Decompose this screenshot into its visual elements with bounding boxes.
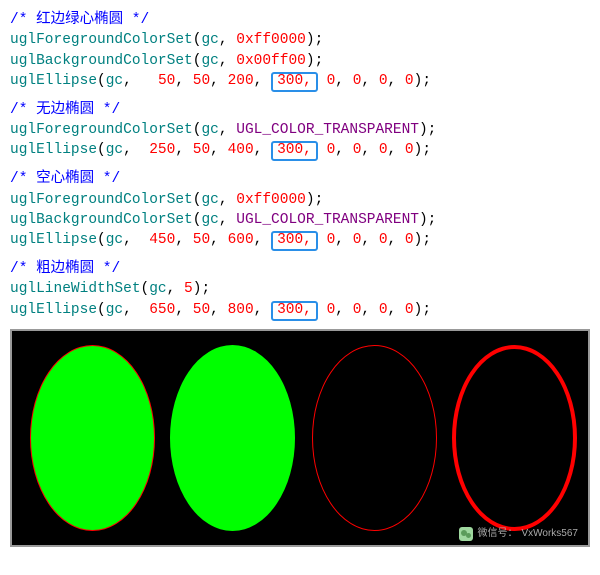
code-var: gc [201, 212, 218, 228]
render-output: 微信号： VxWorks567 [10, 329, 590, 547]
ellipse-thick-border [452, 345, 577, 531]
code-fn: uglEllipse [10, 302, 97, 318]
code-var: gc [106, 232, 123, 248]
code-comment: /* 红边绿心椭圆 */ [10, 12, 149, 28]
code-fn: uglEllipse [10, 232, 97, 248]
code-fn: uglForegroundColorSet [10, 32, 193, 48]
watermark: 微信号： VxWorks567 [459, 527, 578, 541]
code-fn: uglBackgroundColorSet [10, 212, 193, 228]
ellipse-no-border [170, 345, 295, 531]
code-var: gc [201, 192, 218, 208]
code-var: gc [201, 53, 218, 69]
code-listing: /* 红边绿心椭圆 */ uglForegroundColorSet(gc, 0… [10, 10, 590, 321]
code-var: gc [106, 73, 123, 89]
code-fn: uglEllipse [10, 73, 97, 89]
code-fn: uglBackgroundColorSet [10, 53, 193, 69]
code-comment: /* 粗边椭圆 */ [10, 261, 120, 277]
code-var: gc [106, 142, 123, 158]
code-comment: /* 空心椭圆 */ [10, 171, 120, 187]
code-comment: /* 无边椭圆 */ [10, 102, 120, 118]
code-fn: uglEllipse [10, 142, 97, 158]
code-var: gc [201, 32, 218, 48]
code-block: /* 粗边椭圆 */ uglLineWidthSet(gc, 5); uglEl… [10, 259, 590, 321]
code-block: /* 空心椭圆 */ uglForegroundColorSet(gc, 0xf… [10, 169, 590, 251]
code-fn: uglLineWidthSet [10, 281, 141, 297]
code-block: /* 红边绿心椭圆 */ uglForegroundColorSet(gc, 0… [10, 10, 590, 92]
wechat-icon [459, 527, 473, 541]
code-var: gc [201, 122, 218, 138]
watermark-label: 微信号： [477, 527, 517, 541]
code-block: /* 无边椭圆 */ uglForegroundColorSet(gc, UGL… [10, 100, 590, 162]
code-var: gc [106, 302, 123, 318]
ellipse-red-border-green-fill [30, 345, 155, 531]
code-var: gc [149, 281, 166, 297]
ellipse-hollow [312, 345, 437, 531]
code-fn: uglForegroundColorSet [10, 122, 193, 138]
watermark-value: VxWorks567 [521, 527, 578, 541]
code-fn: uglForegroundColorSet [10, 192, 193, 208]
